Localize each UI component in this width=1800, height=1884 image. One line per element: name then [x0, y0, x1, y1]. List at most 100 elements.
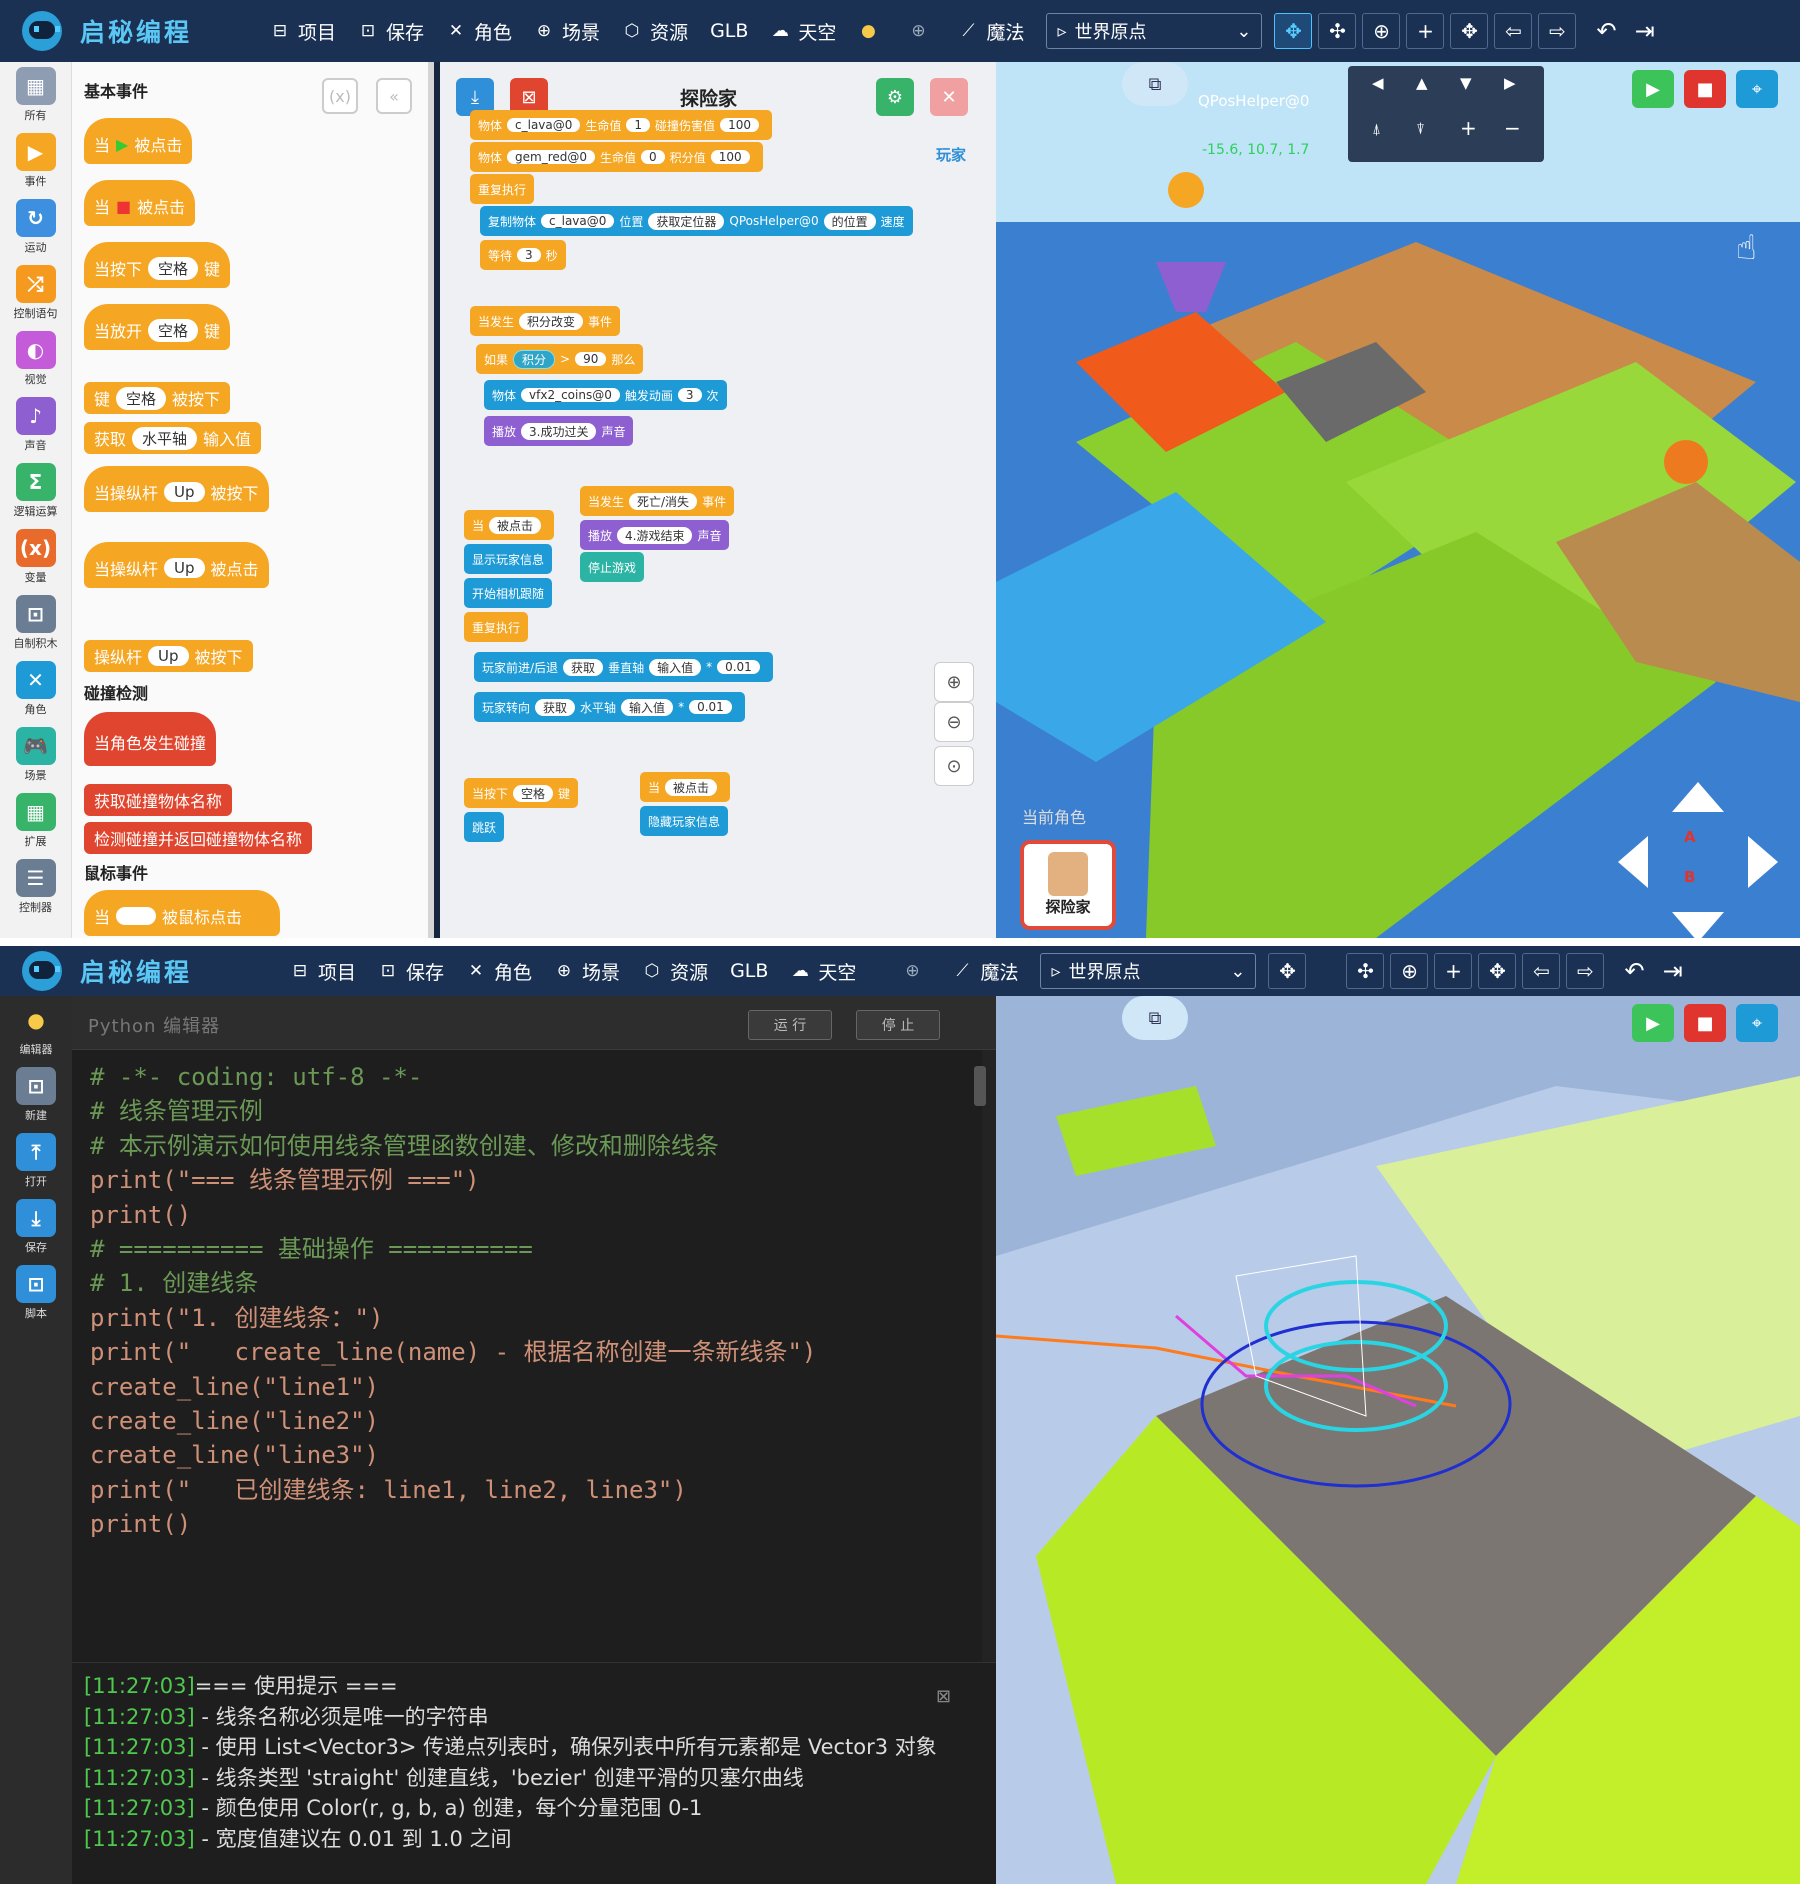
collapse-left-button[interactable]: ⇦: [1494, 13, 1533, 49]
script-block[interactable]: 当被点击: [640, 772, 731, 802]
block-field[interactable]: 被点击: [489, 516, 542, 534]
stop-button[interactable]: ■: [1684, 1004, 1726, 1042]
palette-block[interactable]: 当角色发生碰撞: [84, 712, 217, 766]
camera-cloud-button[interactable]: ⧉: [1122, 996, 1188, 1040]
block-field[interactable]: 获取: [535, 698, 576, 716]
block-field[interactable]: 4.游戏结束: [617, 526, 693, 544]
role-card[interactable]: 探险家: [1020, 840, 1116, 930]
menu-project[interactable]: ⊟ 项目: [270, 18, 336, 45]
menu-character[interactable]: ✕ 角色: [446, 18, 512, 45]
palette-block[interactable]: 当操纵杆 Up 被点击: [84, 542, 269, 588]
palette-block[interactable]: 当 ■ 被点击: [84, 180, 196, 226]
palette-block[interactable]: 当操纵杆 Up 被按下: [84, 466, 269, 512]
script-block[interactable]: 重复执行: [464, 612, 529, 642]
script-block[interactable]: 等待 3 秒: [480, 240, 566, 270]
transform-tool-button[interactable]: ✥: [1478, 953, 1517, 989]
globe-button[interactable]: ⊕: [908, 21, 936, 41]
script-block[interactable]: 当发生 死亡/消失 事件: [580, 486, 735, 516]
script-block[interactable]: 播放 3.成功过关 声音: [484, 416, 634, 446]
category-3[interactable]: ⤮ 控制语句: [0, 260, 71, 326]
zoom-out-button[interactable]: ⊖: [934, 702, 974, 742]
close-button[interactable]: ✕: [930, 78, 968, 116]
script-block[interactable]: 物体 c_lava@0 生命值 1 碰撞伤害值 100: [470, 110, 772, 140]
category-8[interactable]: ⊡ 自制积木: [0, 590, 71, 656]
collapse-right-button[interactable]: ⇨: [1538, 13, 1577, 49]
menu-sky[interactable]: ☁ 天空: [770, 18, 837, 45]
camera-cloud-button[interactable]: ⧉: [1122, 62, 1188, 106]
world-origin-select[interactable]: ▹ 世界原点 ⌄: [1046, 13, 1263, 49]
scale-tool-button[interactable]: +: [1406, 13, 1445, 49]
menu-scene[interactable]: ⊕ 场景: [534, 18, 600, 45]
block-field[interactable]: 被点击: [665, 778, 718, 796]
block-field[interactable]: 0: [641, 150, 665, 164]
script-workspace[interactable]: ⤓ ⊠ 探险家 ⚙ ✕ 玩家 物体 c_lava@0 生命值 1 碰撞伤害值 100 物体 g…: [440, 62, 996, 938]
block-field[interactable]: 3: [517, 248, 541, 262]
script-block[interactable]: 停止游戏: [580, 552, 645, 582]
scene-viewport[interactable]: ⧉ ▶ ■ ⌖: [996, 996, 1800, 1884]
block-field[interactable]: 100: [720, 118, 759, 132]
collapse-left-button[interactable]: ⇦: [1522, 953, 1561, 989]
script-block[interactable]: 播放 4.游戏结束 声音: [580, 520, 730, 550]
location-button[interactable]: ⌖: [1736, 1004, 1778, 1042]
palette-block[interactable]: 操纵杆 Up 被按下: [84, 640, 253, 672]
block-field[interactable]: c_lava@0: [507, 118, 581, 132]
block-field[interactable]: 3.成功过关: [521, 422, 597, 440]
transform-tool-button[interactable]: ✥: [1450, 13, 1489, 49]
block-field[interactable]: 空格: [513, 784, 554, 802]
menu-glb[interactable]: GLB: [710, 20, 748, 42]
menu-magic[interactable]: ⟋ 魔法: [958, 18, 1024, 45]
category-0[interactable]: ▦ 所有: [0, 62, 71, 128]
category-2[interactable]: ↻ 运动: [0, 194, 71, 260]
block-field[interactable]: c_lava@0: [541, 214, 615, 228]
joystick[interactable]: A B: [1618, 782, 1778, 938]
script-block[interactable]: 重复执行: [470, 174, 535, 204]
stop-button[interactable]: ■: [1684, 70, 1726, 108]
block-field[interactable]: 0.01: [689, 700, 732, 714]
block-field[interactable]: gem_red@0: [507, 150, 596, 164]
button-b[interactable]: B: [1684, 868, 1695, 886]
block-field[interactable]: 的位置: [823, 212, 876, 230]
block-field[interactable]: 获取: [563, 658, 604, 676]
category-11[interactable]: ▦ 扩展: [0, 788, 71, 854]
menu-character[interactable]: ✕ 角色: [466, 958, 532, 985]
rail-open[interactable]: ⤒ 打开: [0, 1128, 72, 1194]
block-field[interactable]: 1: [626, 118, 651, 132]
rotate-tool-button[interactable]: ⊕: [1390, 953, 1429, 989]
palette-block[interactable]: 当 ▶ 被点击: [84, 118, 193, 164]
category-9[interactable]: ✕ 角色: [0, 656, 71, 722]
exit-button[interactable]: ⇥: [1663, 957, 1683, 985]
menu-resources[interactable]: ⬡ 资源: [622, 18, 688, 45]
variable-toggle-button[interactable]: (x): [322, 78, 358, 114]
settings-button[interactable]: ⚙: [876, 78, 914, 116]
play-button[interactable]: ▶: [1632, 1004, 1674, 1042]
menu-resources[interactable]: ⬡ 资源: [642, 958, 708, 985]
rail-save[interactable]: ⤓ 保存: [0, 1194, 72, 1260]
script-block[interactable]: 开始相机跟随: [464, 578, 553, 608]
palette-block[interactable]: 当被鼠标点击: [84, 890, 280, 936]
rail-script[interactable]: ⊡ 脚本: [0, 1260, 72, 1326]
rotate-tool-button[interactable]: ⊕: [1362, 13, 1401, 49]
world-origin-select[interactable]: ▹ 世界原点 ⌄: [1040, 953, 1257, 989]
block-field[interactable]: 输入值: [649, 658, 702, 676]
undo-button[interactable]: ↶: [1624, 957, 1644, 985]
code-scrollbar[interactable]: [974, 1066, 986, 1106]
palette-block[interactable]: 当按下 空格键: [84, 242, 231, 288]
fall-button[interactable]: ⍒: [1416, 120, 1425, 138]
block-field[interactable]: 死亡/消失: [629, 492, 698, 510]
move-tool-button[interactable]: ✣: [1346, 953, 1385, 989]
category-4[interactable]: ◐ 视觉: [0, 326, 71, 392]
block-field[interactable]: 90: [575, 352, 607, 366]
exit-button[interactable]: ⇥: [1635, 17, 1655, 45]
block-field[interactable]: 100: [710, 150, 750, 164]
arrow-down-button[interactable]: ▼: [1460, 74, 1472, 92]
script-block[interactable]: 复制物体 c_lava@0 位置 获取定位器 QPosHelper@0 的位置 速度: [480, 206, 913, 236]
category-10[interactable]: 🎮 场景: [0, 722, 71, 788]
script-block[interactable]: 当发生 积分改变 事件: [470, 306, 621, 336]
play-button[interactable]: ▶: [1632, 70, 1674, 108]
zoom-reset-button[interactable]: ⊙: [934, 746, 974, 786]
script-block[interactable]: 玩家前进/后退 获取 垂直轴 输入值 * 0.01: [474, 652, 773, 682]
rail-new[interactable]: ⊡ 新建: [0, 1062, 72, 1128]
script-block[interactable]: 当被点击: [464, 510, 555, 540]
menu-project[interactable]: ⊟ 项目: [290, 958, 356, 985]
menu-sky[interactable]: ☁ 天空: [790, 958, 857, 985]
